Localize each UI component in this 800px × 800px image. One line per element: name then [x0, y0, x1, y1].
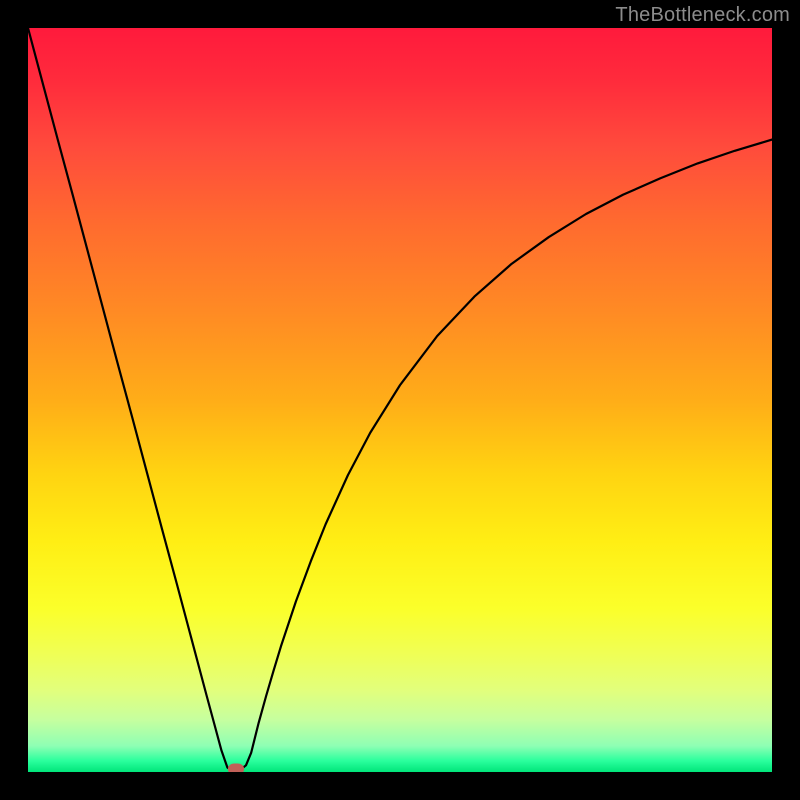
chart-frame: TheBottleneck.com [0, 0, 800, 800]
plot-area [28, 28, 772, 772]
site-watermark: TheBottleneck.com [615, 4, 790, 27]
bottleneck-minimum-marker [228, 764, 244, 772]
bottleneck-curve [28, 28, 772, 772]
